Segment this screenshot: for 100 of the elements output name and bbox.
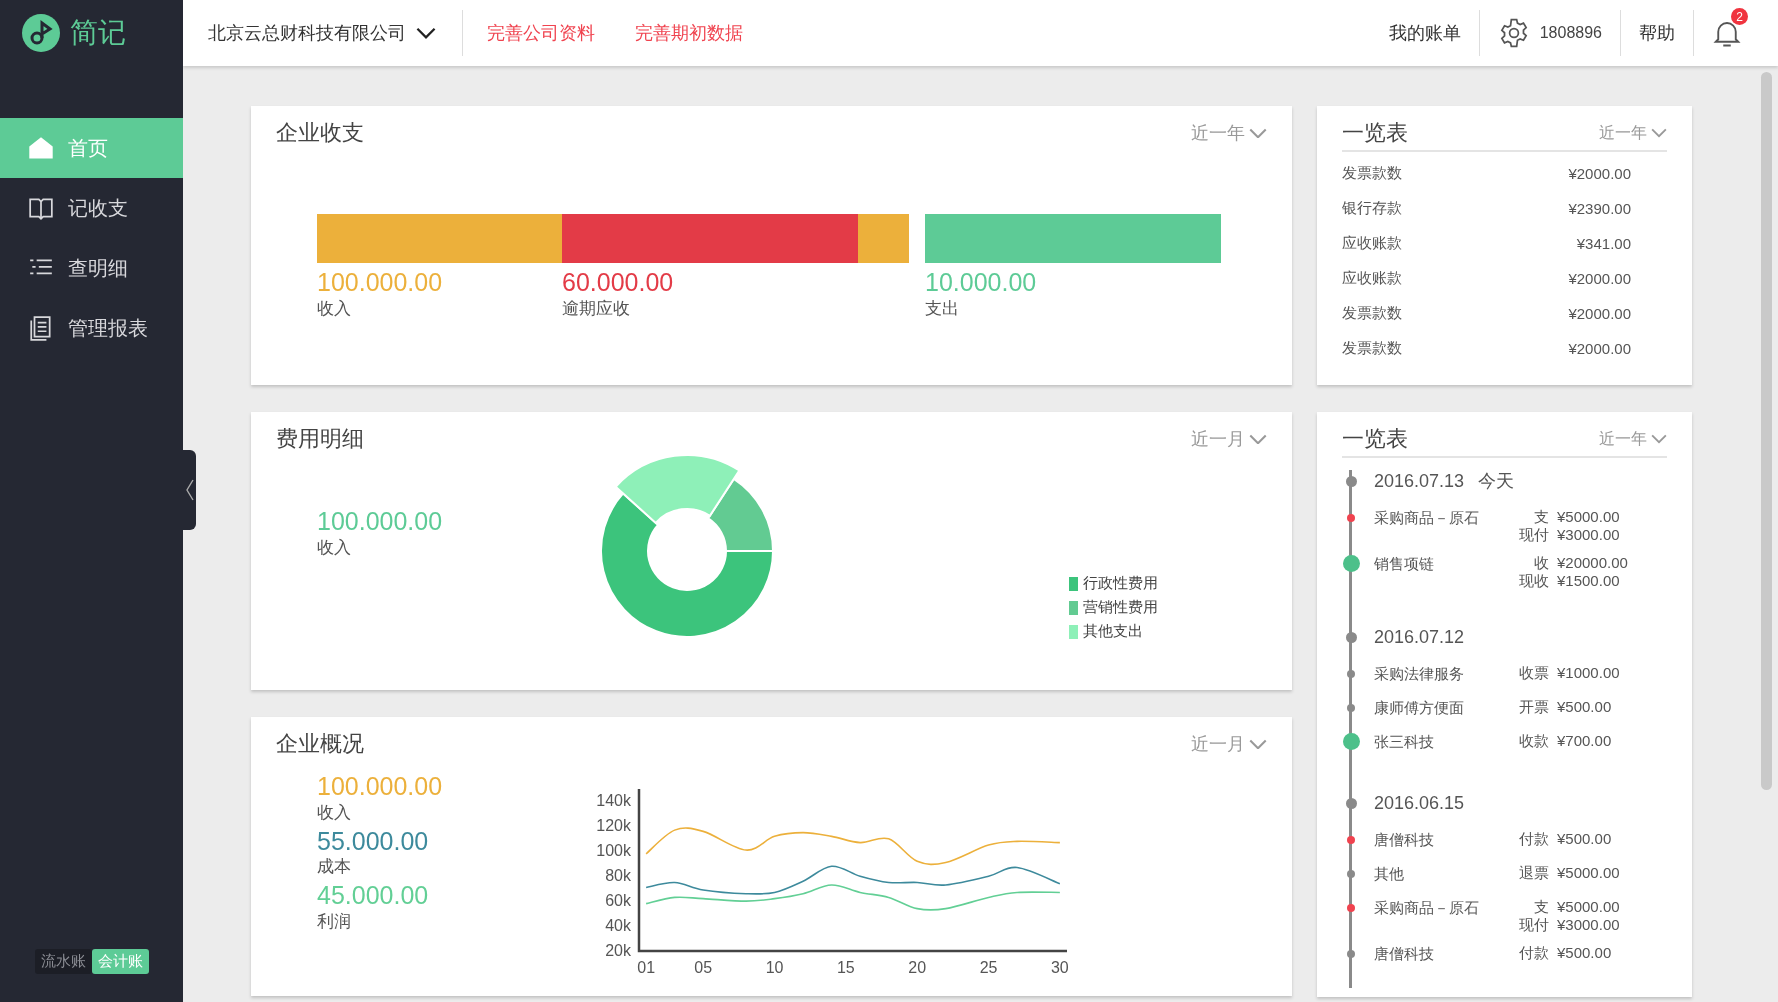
help-link[interactable]: 帮助 — [1621, 10, 1694, 56]
entry-type: 开票 — [1518, 698, 1549, 716]
timeline-date-note: 今天 — [1478, 470, 1515, 493]
entry-type: 现收 — [1518, 572, 1549, 590]
summary-amount: ¥341.00 — [1576, 235, 1631, 252]
entry-amount: ¥1500.00 — [1557, 572, 1621, 590]
summary-label: 发票款数 — [1342, 339, 1402, 358]
nav-item[interactable]: 管理报表 — [0, 298, 183, 358]
entry-type: 退票 — [1518, 864, 1549, 882]
axis-label: 100k — [596, 842, 631, 860]
entry-amount: ¥3000.00 — [1557, 916, 1621, 934]
mode-toggle-button[interactable]: 会计账 — [91, 949, 149, 974]
figure-label: 支出 — [925, 297, 960, 320]
bill-link[interactable]: 我的账单 — [1370, 10, 1480, 56]
period-dropdown[interactable]: 近一月 — [1191, 732, 1267, 756]
period-dropdown[interactable]: 近一年 — [1599, 122, 1667, 144]
figure-value: 45.000.00 — [317, 882, 430, 910]
summary-label: 应收账款 — [1342, 269, 1402, 288]
axis-label: 120k — [596, 817, 631, 835]
chevron-down-icon — [1249, 738, 1267, 750]
entry-type: 支 — [1533, 508, 1549, 526]
axis-label: 20 — [908, 959, 927, 976]
setup-link[interactable]: 完善期初数据 — [635, 21, 743, 45]
card-title: 一览表 — [1342, 425, 1408, 453]
document-icon — [28, 315, 54, 341]
book-icon — [28, 195, 54, 221]
entry-name: 采购商品－原石 — [1374, 508, 1480, 528]
summary-label: 银行存款 — [1342, 199, 1402, 218]
figure-label: 收入 — [317, 297, 352, 320]
axis-label: 140k — [596, 792, 631, 810]
nav-item[interactable]: 记收支 — [0, 178, 183, 238]
timeline-date: 2016.07.12 — [1374, 626, 1465, 648]
summary-label: 发票款数 — [1342, 164, 1402, 183]
entry-amount: ¥500.00 — [1557, 698, 1613, 716]
app-name: 简记 — [70, 16, 126, 50]
figure-label: 成本 — [317, 856, 352, 878]
figure-value: 100.000.00 — [317, 269, 444, 297]
figure-label: 收入 — [317, 536, 352, 559]
entry-type: 付款 — [1518, 944, 1549, 962]
summary-amount: ¥2390.00 — [1568, 200, 1631, 217]
account-link[interactable]: 1808896 — [1479, 10, 1621, 56]
summary-amount: ¥2000.00 — [1568, 165, 1631, 182]
company-dropdown[interactable]: 北京云总财科技有限公司 — [183, 10, 463, 56]
axis-label: 80k — [605, 867, 631, 885]
figure-label: 利润 — [317, 910, 352, 933]
period-dropdown[interactable]: 近一年 — [1191, 121, 1267, 145]
timeline-date: 2016.06.15 — [1374, 792, 1465, 814]
entry-name: 其他 — [1374, 864, 1405, 884]
entry-type: 现付 — [1518, 526, 1549, 544]
summary-label: 发票款数 — [1342, 304, 1402, 323]
entry-type: 收款 — [1518, 732, 1549, 750]
nav-item[interactable]: 首页 — [0, 118, 183, 178]
figure-value: 55.000.00 — [317, 827, 430, 855]
entry-amount: ¥5000.00 — [1557, 864, 1621, 882]
scrollbar-thumb[interactable] — [1761, 72, 1772, 790]
entry-amount: ¥5000.00 — [1557, 508, 1621, 526]
summary-amount: ¥2000.00 — [1568, 340, 1631, 357]
entry-amount: ¥500.00 — [1557, 944, 1613, 962]
chevron-down-icon — [1651, 434, 1667, 444]
legend-label: 其他支出 — [1083, 622, 1143, 641]
entry-name: 唐僧科技 — [1374, 944, 1435, 964]
entry-name: 采购法律服务 — [1374, 664, 1465, 684]
chevron-down-icon — [416, 27, 436, 39]
entry-type: 付款 — [1518, 830, 1549, 848]
entry-amount: ¥20000.00 — [1557, 554, 1629, 572]
axis-label: 01 — [637, 959, 656, 976]
entry-amount: ¥3000.00 — [1557, 526, 1621, 544]
setup-link[interactable]: 完善公司资料 — [487, 21, 595, 45]
legend-label: 营销性费用 — [1083, 598, 1158, 617]
entry-amount: ¥5000.00 — [1557, 898, 1621, 916]
notification-badge: 2 — [1731, 8, 1748, 25]
figure-label: 逾期应收 — [562, 297, 631, 320]
card-title: 一览表 — [1342, 119, 1408, 147]
entry-type: 收票 — [1518, 664, 1549, 682]
axis-label: 10 — [765, 959, 784, 976]
chevron-down-icon — [1651, 128, 1667, 138]
nav-item[interactable]: 查明细 — [0, 238, 183, 298]
entry-type: 收 — [1533, 554, 1549, 572]
entry-amount: ¥700.00 — [1557, 732, 1613, 750]
entry-name: 采购商品－原石 — [1374, 898, 1480, 918]
legend-label: 行政性费用 — [1083, 574, 1158, 593]
axis-label: 15 — [836, 959, 855, 976]
axis-label: 25 — [979, 959, 998, 976]
timeline-date: 2016.07.13 — [1374, 470, 1465, 492]
entry-name: 康师傅方便面 — [1374, 698, 1465, 718]
summary-amount: ¥2000.00 — [1568, 270, 1631, 287]
chevron-down-icon — [1249, 127, 1267, 139]
mode-toggle-button[interactable]: 流水账 — [34, 949, 92, 974]
entry-amount: ¥500.00 — [1557, 830, 1613, 848]
figure-value: 100.000.00 — [317, 508, 444, 536]
entry-type: 现付 — [1518, 916, 1549, 934]
card-title: 企业收支 — [276, 119, 364, 147]
entry-type: 支 — [1533, 898, 1549, 916]
axis-label: 30 — [1050, 959, 1069, 976]
chevron-left-icon — [185, 479, 194, 501]
period-dropdown[interactable]: 近一年 — [1599, 428, 1667, 450]
collapse-handle[interactable] — [183, 450, 196, 530]
period-dropdown[interactable]: 近一月 — [1191, 427, 1267, 451]
axis-label: 20k — [605, 942, 631, 959]
card-title: 企业概况 — [276, 730, 364, 758]
